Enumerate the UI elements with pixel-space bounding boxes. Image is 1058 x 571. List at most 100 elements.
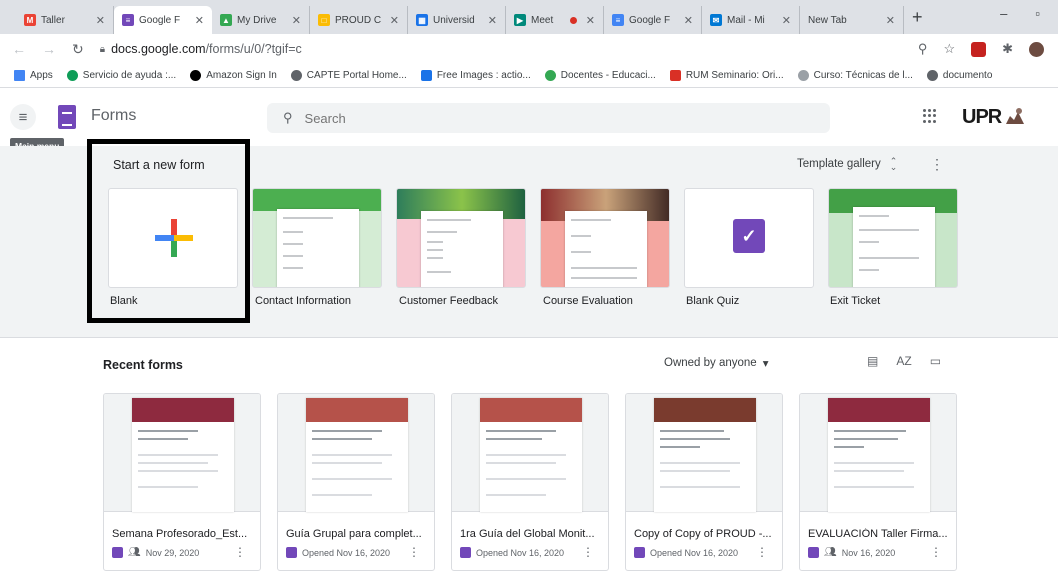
template-exit-ticket[interactable] (828, 188, 958, 288)
forms-logo-icon[interactable] (58, 105, 76, 129)
close-icon[interactable]: ✕ (886, 14, 895, 27)
close-icon[interactable]: ✕ (96, 14, 105, 27)
gmail-icon: M (24, 14, 36, 26)
more-options-icon[interactable]: ⋮ (930, 545, 942, 559)
form-thumbnail (800, 394, 956, 512)
template-contact-information[interactable] (252, 188, 382, 288)
extensions-icon[interactable]: ✱ (1002, 41, 1013, 57)
profile-avatar[interactable] (1029, 41, 1044, 57)
star-icon[interactable]: ☆ (943, 41, 955, 57)
template-label[interactable]: Customer Feedback (399, 295, 498, 307)
search-bar[interactable]: ⚲ (267, 103, 830, 133)
recent-form-card[interactable]: 1ra Guía del Global Monit... Opened Nov … (451, 393, 609, 571)
list-view-icon[interactable]: ▤ (867, 354, 878, 368)
template-label[interactable]: Course Evaluation (543, 295, 633, 307)
more-options-icon[interactable]: ⋮ (930, 156, 944, 173)
tab-universidad[interactable]: ▦ Universid ✕ (408, 6, 506, 34)
close-icon[interactable]: ✕ (488, 14, 497, 27)
recent-form-card[interactable]: Copy of Copy of PROUD -... Opened Nov 16… (625, 393, 783, 571)
template-label[interactable]: Contact Information (255, 295, 351, 307)
close-icon[interactable]: ✕ (684, 14, 693, 27)
bookmark-icon (66, 70, 78, 81)
maximize-button[interactable]: ▫ (1035, 6, 1040, 21)
bookmark-icon (797, 70, 809, 81)
recent-form-card[interactable]: Semana Profesorado_Est... 👥︎ Nov 29, 202… (103, 393, 261, 571)
tab-google-forms[interactable]: ≡ Google F ✕ (114, 6, 212, 34)
back-button[interactable]: ← (12, 41, 26, 57)
google-apps-icon[interactable] (923, 109, 937, 123)
tab-title: Universid (433, 14, 475, 26)
bookmark-free-images[interactable]: Free Images : actio... (420, 70, 531, 81)
close-icon[interactable]: ✕ (292, 14, 301, 27)
search-input[interactable] (304, 110, 785, 126)
template-customer-feedback[interactable] (396, 188, 526, 288)
outlook-icon: ✉ (710, 14, 722, 26)
tab-google-docs[interactable]: ≡ Google F ✕ (604, 6, 702, 34)
more-options-icon[interactable]: ⋮ (756, 545, 768, 559)
tab-new-tab[interactable]: New Tab ✕ (800, 6, 904, 34)
globe-icon (926, 70, 938, 81)
more-options-icon[interactable]: ⋮ (582, 545, 594, 559)
recording-icon (569, 16, 577, 24)
recent-form-card[interactable]: Guía Grupal para complet... Opened Nov 1… (277, 393, 435, 571)
template-gallery-button[interactable]: Template gallery ⌃ ⌄ (797, 156, 898, 172)
url-field[interactable]: 🔒︎ docs.google.com /forms/u/0/?tgif=c (100, 42, 302, 56)
form-meta: Opened Nov 16, 2020 (286, 547, 390, 558)
toolbar-right: ⚲ ☆ ✱ (918, 41, 1044, 57)
close-icon[interactable]: ✕ (195, 14, 204, 27)
unfold-icon: ⌃ ⌄ (889, 156, 898, 172)
sort-az-icon[interactable]: AZ (896, 354, 911, 368)
template-label[interactable]: Blank Quiz (686, 295, 739, 307)
app-name[interactable]: Forms (91, 107, 136, 125)
minimize-button[interactable]: – (1000, 6, 1007, 21)
close-icon[interactable]: ✕ (390, 14, 399, 27)
template-label[interactable]: Blank (110, 295, 138, 307)
forward-button[interactable]: → (42, 41, 56, 57)
bookmark-apps[interactable]: Apps (14, 70, 53, 81)
recent-form-card[interactable]: EVALUACIÓN Taller Firma... 👥︎ Nov 16, 20… (799, 393, 957, 571)
lock-icon: 🔒︎ (99, 43, 106, 55)
window-controls: – ▫ (1000, 6, 1040, 21)
close-icon[interactable]: ✕ (586, 14, 595, 27)
new-tab-button[interactable]: + (912, 7, 923, 28)
bookmark-rum[interactable]: RUM Seminario: Ori... (669, 70, 784, 81)
tab-mail[interactable]: ✉ Mail - Mi ✕ (702, 6, 800, 34)
bookmark-docentes[interactable]: Docentes - Educaci... (544, 70, 656, 81)
university-crest-icon (1006, 108, 1025, 124)
template-blank[interactable] (108, 188, 238, 288)
tab-my-drive[interactable]: ▲ My Drive ✕ (212, 6, 310, 34)
account-brand[interactable]: UPR (962, 103, 1026, 131)
template-blank-quiz[interactable]: ✓ (684, 188, 814, 288)
tab-gmail[interactable]: M Taller ✕ (16, 6, 114, 34)
form-name: 1ra Guía del Global Monit... (460, 528, 595, 540)
main-menu-button[interactable]: ≡ (10, 104, 36, 130)
template-label[interactable]: Exit Ticket (830, 295, 880, 307)
folder-icon[interactable]: ▭ (930, 354, 941, 368)
tab-proud[interactable]: □ PROUD C ✕ (310, 6, 408, 34)
recent-view-controls: ▤ AZ ▭ (867, 354, 941, 368)
reload-button[interactable]: ↻ (72, 41, 84, 58)
bookmark-capte[interactable]: CAPTE Portal Home... (290, 70, 407, 81)
bookmark-curso[interactable]: Curso: Técnicas de l... (797, 70, 913, 81)
slides-icon: □ (318, 14, 330, 26)
zoom-icon[interactable]: ⚲ (918, 41, 928, 57)
bookmark-servicio[interactable]: Servicio de ayuda :... (66, 70, 176, 81)
more-options-icon[interactable]: ⋮ (408, 545, 420, 559)
pdf-extension-icon[interactable] (971, 41, 987, 57)
more-options-icon[interactable]: ⋮ (234, 545, 246, 559)
search-icon[interactable]: ⚲ (283, 110, 293, 126)
plus-icon (155, 219, 193, 257)
tab-title: PROUD C (335, 14, 382, 26)
tab-title: Google F (629, 14, 671, 26)
forms-header: ≡ Forms ⚲ UPR (0, 89, 1058, 145)
bookmark-documento[interactable]: documento (926, 70, 992, 81)
tab-title: Taller (41, 14, 65, 26)
forms-file-icon (112, 547, 123, 558)
form-meta: 👥︎ Nov 29, 2020 (112, 547, 199, 558)
template-course-evaluation[interactable] (540, 188, 670, 288)
owner-filter-dropdown[interactable]: Owned by anyone ▾ (664, 356, 768, 370)
form-name: Semana Profesorado_Est... (112, 528, 248, 540)
tab-meet[interactable]: ▶ Meet ✕ (506, 6, 604, 34)
close-icon[interactable]: ✕ (782, 14, 791, 27)
bookmark-amazon[interactable]: Amazon Sign In (190, 70, 277, 81)
